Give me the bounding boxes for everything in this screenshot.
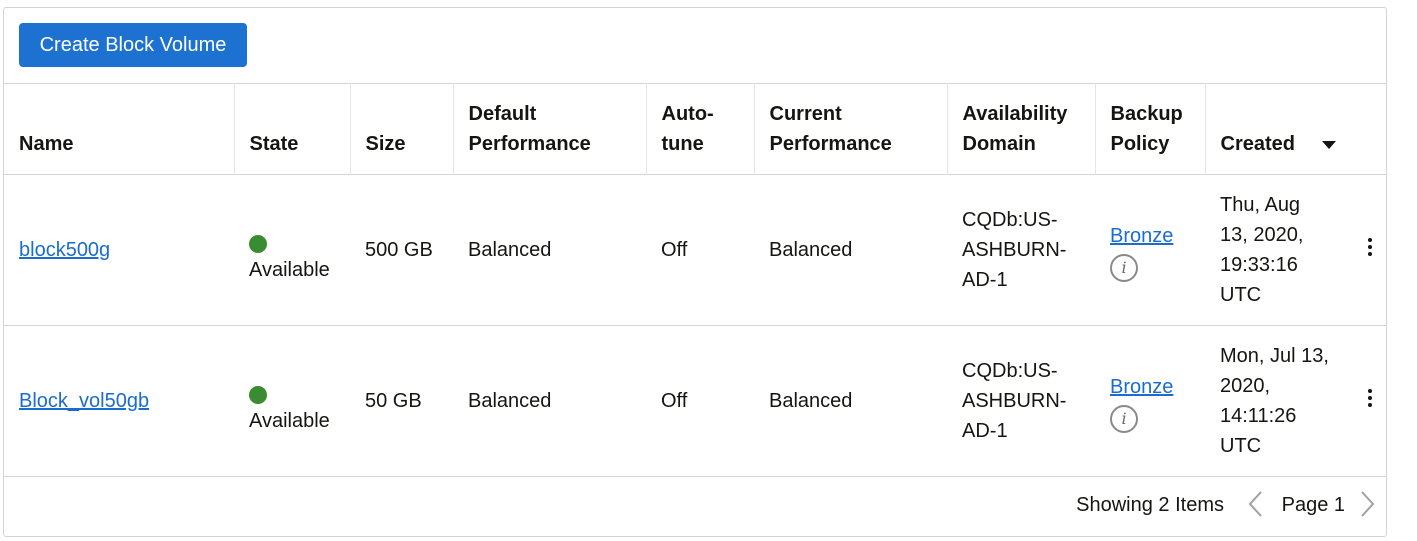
cell-default-performance: Balanced: [468, 239, 552, 261]
cell-state: Available: [234, 175, 350, 326]
column-header-backup-policy[interactable]: Backup Policy: [1095, 83, 1206, 175]
column-header-created[interactable]: Created: [1205, 84, 1386, 175]
cell-backup-policy: Bronze i: [1095, 175, 1205, 326]
row-actions-kebab-icon[interactable]: [1366, 235, 1374, 259]
cell-availability-domain: CQDb:US- ASHBURN- AD-1: [962, 209, 1067, 291]
column-header-default-performance[interactable]: Default Performance: [453, 83, 647, 175]
page-indicator: Page 1: [1281, 494, 1345, 516]
toolbar: Create Block Volume: [4, 8, 1386, 83]
row-actions-kebab-icon[interactable]: [1366, 386, 1374, 410]
column-header-availability-domain[interactable]: Availability Domain: [947, 83, 1096, 175]
column-header-state[interactable]: State: [234, 83, 351, 175]
cell-availability-domain: CQDb:US- ASHBURN- AD-1: [962, 360, 1067, 442]
cell-created: Mon, Jul 13, 2020, 14:11:26 UTC: [1205, 326, 1386, 477]
cell-state: Available: [234, 326, 350, 477]
column-header-size[interactable]: Size: [350, 83, 454, 175]
cell-default-performance: Balanced: [468, 390, 552, 412]
info-icon[interactable]: i: [1110, 404, 1138, 433]
table-header-row: Name State Size Default Performance Auto-…: [4, 83, 1386, 175]
cell-name: Block_vol50gb: [4, 326, 234, 477]
cell-current-performance: Balanced: [769, 390, 853, 412]
cell-size: 500 GB: [365, 239, 433, 261]
cell-size: 50 GB: [365, 390, 422, 412]
backup-policy-link[interactable]: Bronze: [1110, 376, 1173, 398]
create-block-volume-button[interactable]: Create Block Volume: [19, 23, 247, 67]
table-footer: Showing 2 Items Page 1: [4, 476, 1386, 536]
cell-created: Thu, Aug 13, 2020, 19:33:16 UTC: [1205, 175, 1386, 326]
volume-name-link[interactable]: block500g: [19, 239, 110, 261]
block-volumes-table: Name State Size Default Performance Auto-…: [4, 83, 1386, 477]
chevron-right-icon[interactable]: [1357, 490, 1377, 518]
column-header-name[interactable]: Name: [4, 83, 235, 175]
cell-autotune: Off: [661, 390, 688, 412]
status-available-dot: [249, 235, 267, 253]
caret-down-icon[interactable]: [1321, 140, 1337, 150]
table-row: Block_vol50gb Available 50 GB Balanced O…: [4, 325, 1386, 477]
column-header-current-performance[interactable]: Current Performance: [754, 83, 948, 175]
volume-name-link[interactable]: Block_vol50gb: [19, 390, 149, 412]
cell-current-performance: Balanced: [769, 239, 853, 261]
items-count: Showing 2 Items: [1076, 494, 1224, 516]
block-volumes-panel: Create Block Volume Name State Size Defa…: [3, 7, 1387, 537]
cell-name: block500g: [4, 175, 234, 326]
status-available-dot: [249, 386, 267, 404]
cell-backup-policy: Bronze i: [1095, 326, 1205, 477]
backup-policy-link[interactable]: Bronze: [1110, 225, 1173, 247]
table-row: block500g Available 500 GB Balanced Off …: [4, 174, 1386, 326]
cell-autotune: Off: [661, 239, 688, 261]
status-text: Available: [249, 259, 330, 281]
info-icon[interactable]: i: [1110, 253, 1138, 282]
status-text: Available: [249, 410, 330, 432]
chevron-left-icon[interactable]: [1246, 490, 1266, 518]
column-header-autotune[interactable]: Auto-tune: [646, 83, 755, 175]
